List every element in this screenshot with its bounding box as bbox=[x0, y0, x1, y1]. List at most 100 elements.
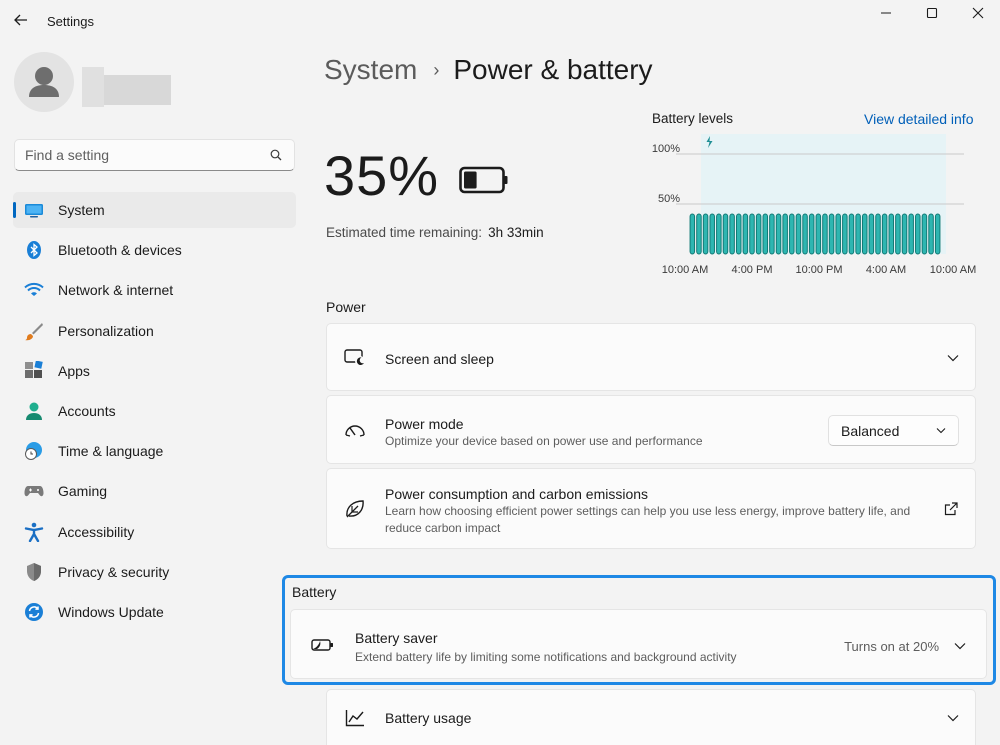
battery-saver-card[interactable]: Battery saver Extend battery life by lim… bbox=[290, 609, 987, 679]
person-icon bbox=[29, 67, 59, 97]
bar bbox=[735, 213, 742, 255]
bar bbox=[775, 213, 782, 255]
sidebar-item-label: Accounts bbox=[58, 402, 116, 419]
bar bbox=[868, 213, 875, 255]
battery-saver-icon bbox=[311, 633, 335, 657]
power-mode-card: Power mode Optimize your device based on… bbox=[326, 395, 976, 464]
back-arrow-icon bbox=[14, 14, 27, 26]
chevron-down-icon[interactable] bbox=[952, 638, 968, 654]
title-bar: Settings bbox=[0, 0, 1000, 42]
bar bbox=[888, 213, 895, 255]
power-mode-select[interactable]: Balanced bbox=[828, 415, 959, 446]
y-tick-label: 50% bbox=[658, 193, 680, 205]
sidebar-item-personalization[interactable]: Personalization bbox=[13, 313, 296, 349]
battery-icon bbox=[459, 166, 509, 199]
bar bbox=[835, 213, 841, 255]
battery-levels-chart: 100% 50% 10:00 AM 4:00 PM 10:00 PM 4:00 AM 10:… bbox=[652, 134, 976, 276]
breadcrumb-separator: › bbox=[433, 59, 440, 80]
minimize-button[interactable] bbox=[874, 3, 898, 23]
bar bbox=[789, 213, 795, 255]
screen-and-sleep-title: Screen and sleep bbox=[385, 351, 494, 367]
accounts-icon bbox=[24, 401, 44, 421]
speedometer-icon bbox=[343, 418, 367, 442]
search-box[interactable] bbox=[14, 139, 295, 171]
search-input[interactable] bbox=[25, 147, 268, 163]
sidebar-item-system[interactable]: System bbox=[13, 192, 296, 228]
sidebar-item-label: Windows Update bbox=[58, 603, 164, 620]
sidebar-item-accounts[interactable]: Accounts bbox=[13, 393, 296, 429]
external-link-icon[interactable] bbox=[943, 501, 959, 517]
x-tick-label: 10:00 PM bbox=[795, 264, 842, 276]
power-consumption-card[interactable]: Power consumption and carbon emissions L… bbox=[326, 468, 976, 549]
bar bbox=[915, 213, 921, 255]
maximize-button[interactable] bbox=[920, 3, 944, 23]
sidebar-item-time-language[interactable]: Time & language bbox=[13, 433, 296, 469]
sidebar-item-privacy[interactable]: Privacy & security bbox=[13, 554, 296, 590]
sidebar-item-label: Time & language bbox=[58, 443, 164, 460]
view-detailed-info-link[interactable]: View detailed info bbox=[864, 111, 973, 127]
sidebar-item-network[interactable]: Network & internet bbox=[13, 272, 296, 308]
close-button[interactable] bbox=[966, 3, 990, 23]
bar bbox=[921, 213, 928, 255]
bar bbox=[895, 213, 901, 255]
bar bbox=[769, 213, 775, 255]
back-button[interactable] bbox=[10, 9, 32, 31]
sidebar-item-label: Privacy & security bbox=[58, 563, 170, 580]
window-title: Settings bbox=[47, 14, 94, 29]
maximize-icon bbox=[926, 7, 938, 19]
wifi-icon bbox=[24, 280, 44, 300]
avatar[interactable] bbox=[14, 52, 74, 112]
bar bbox=[702, 213, 709, 255]
brush-icon bbox=[24, 321, 44, 341]
battery-usage-card[interactable]: Battery usage bbox=[326, 689, 976, 745]
bar bbox=[696, 213, 702, 255]
bar bbox=[795, 213, 802, 255]
breadcrumb-parent[interactable]: System bbox=[324, 54, 417, 86]
search-icon[interactable] bbox=[268, 147, 284, 163]
screen-and-sleep-card[interactable]: Screen and sleep bbox=[326, 323, 976, 391]
battery-saver-description: Extend battery life by limiting some not… bbox=[355, 650, 737, 664]
battery-usage-title: Battery usage bbox=[385, 710, 472, 726]
sidebar-item-label: Personalization bbox=[58, 322, 154, 339]
sidebar-item-label: Accessibility bbox=[58, 523, 135, 540]
sidebar-item-label: System bbox=[58, 202, 105, 218]
sidebar-item-label: Bluetooth & devices bbox=[58, 242, 182, 259]
chevron-down-icon[interactable] bbox=[945, 710, 961, 726]
user-name-redacted bbox=[82, 67, 171, 107]
bar bbox=[716, 213, 722, 255]
update-icon bbox=[24, 602, 44, 622]
leaf-icon bbox=[343, 497, 367, 521]
power-consumption-description: Learn how choosing efficient power setti… bbox=[385, 504, 911, 535]
close-icon bbox=[972, 7, 984, 19]
bar bbox=[808, 213, 815, 255]
sidebar-item-gaming[interactable]: Gaming bbox=[13, 473, 296, 509]
sidebar-nav: System Bluetooth & devices Network & int… bbox=[13, 192, 296, 634]
battery-fill bbox=[464, 171, 477, 189]
x-tick-label: 4:00 PM bbox=[732, 264, 773, 276]
system-icon bbox=[24, 200, 44, 220]
sidebar-item-label: Apps bbox=[58, 362, 90, 379]
bar bbox=[901, 213, 908, 255]
x-tick-label: 4:00 AM bbox=[866, 264, 906, 276]
bar bbox=[855, 213, 861, 255]
bar bbox=[875, 213, 881, 255]
bar bbox=[908, 213, 914, 255]
sidebar-item-windows-update[interactable]: Windows Update bbox=[13, 594, 296, 630]
accessibility-icon bbox=[24, 522, 44, 542]
battery-section-title: Battery bbox=[292, 584, 337, 600]
bar bbox=[861, 213, 868, 255]
bar bbox=[782, 213, 788, 255]
sidebar-item-accessibility[interactable]: Accessibility bbox=[13, 514, 296, 550]
sidebar-item-apps[interactable]: Apps bbox=[13, 353, 296, 389]
bar bbox=[742, 213, 749, 255]
sidebar-item-bluetooth[interactable]: Bluetooth & devices bbox=[13, 232, 296, 268]
screen-sleep-icon bbox=[343, 346, 367, 370]
chevron-down-icon[interactable] bbox=[945, 350, 961, 366]
chart-title: Battery levels bbox=[652, 111, 734, 126]
bar bbox=[934, 213, 941, 255]
globe-clock-icon bbox=[24, 441, 44, 461]
bar bbox=[848, 213, 855, 255]
bar bbox=[822, 213, 828, 255]
bar bbox=[729, 213, 735, 255]
bar bbox=[722, 213, 729, 255]
